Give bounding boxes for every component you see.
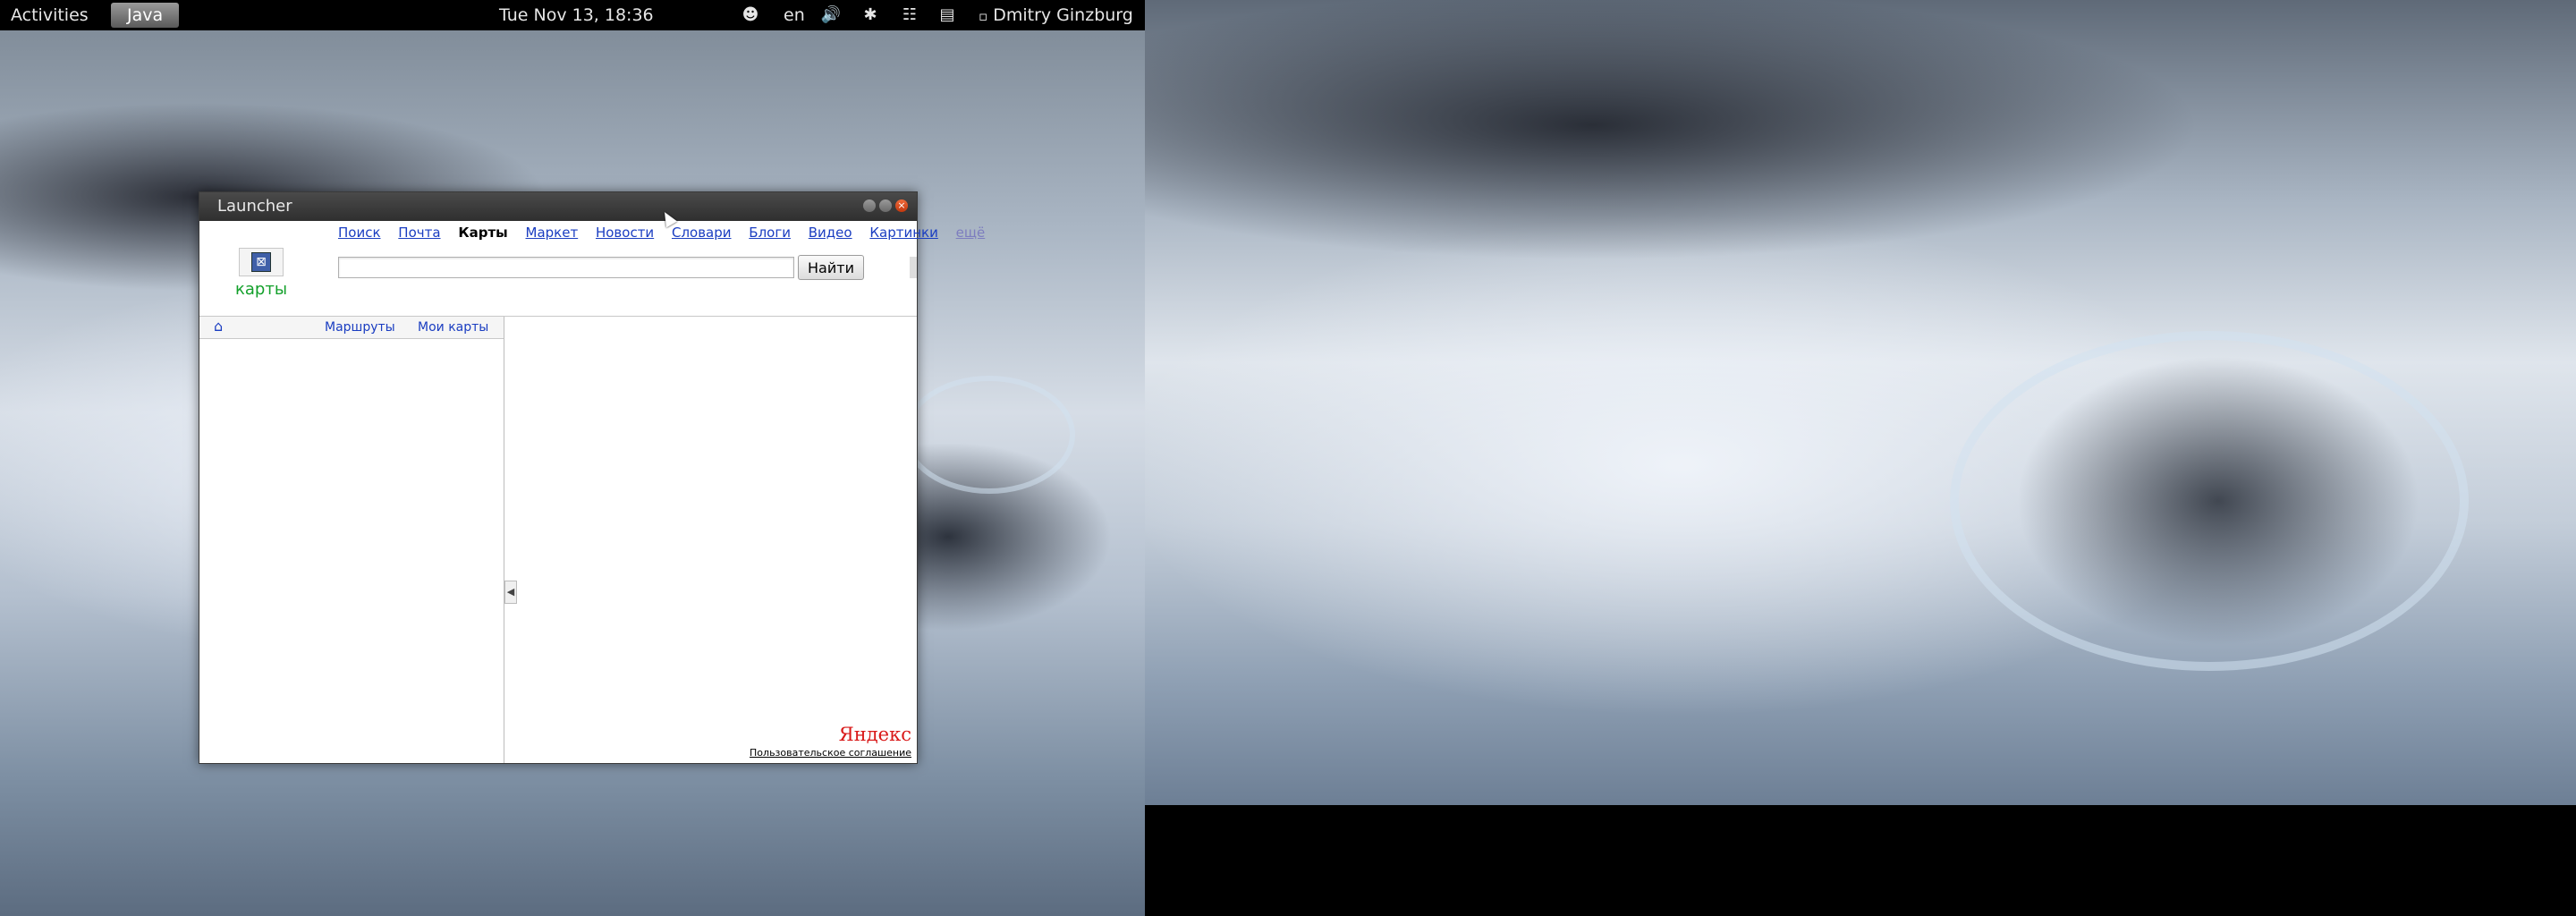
nav-link-blogs[interactable]: Блоги xyxy=(749,225,791,241)
side-panel-header: ⌂ Маршруты Мои карты xyxy=(199,317,504,339)
nav-link-more[interactable]: ещё xyxy=(956,225,986,241)
search-input[interactable] xyxy=(338,257,794,278)
yandex-services-nav: Поиск Почта Карты Маркет Новости Словари… xyxy=(338,225,998,241)
volume-icon[interactable]: 🔊 xyxy=(821,0,841,30)
language-indicator[interactable]: en xyxy=(784,0,805,30)
maps-logo-label[interactable]: карты xyxy=(235,280,287,299)
routes-link[interactable]: Маршруты xyxy=(325,320,395,335)
nav-link-news[interactable]: Новости xyxy=(596,225,654,241)
desktop-right-wallpaper xyxy=(1145,0,2576,805)
clipboard-icon[interactable]: ▤ xyxy=(937,0,957,30)
top-bar: Activities Java Tue Nov 13, 18:36 ☻ en 🔊… xyxy=(0,0,1145,30)
close-icon[interactable]: × xyxy=(895,199,908,212)
bluetooth-icon[interactable]: ✱ xyxy=(860,0,880,30)
nav-link-market[interactable]: Маркет xyxy=(526,225,579,241)
maps-logo-image[interactable]: ⊠ xyxy=(239,248,284,276)
minimize-icon[interactable] xyxy=(863,199,876,212)
launcher-window: Launcher × Поиск Почта Карты Маркет Ново… xyxy=(199,191,985,764)
yandex-brand-logo[interactable]: Яндекс xyxy=(839,724,911,745)
maximize-icon[interactable] xyxy=(879,199,892,212)
network-icon[interactable]: ☷ xyxy=(900,0,919,30)
app-menu-button[interactable]: Java xyxy=(111,3,180,28)
chat-status-icon: ▫ xyxy=(979,8,988,24)
user-menu[interactable]: ▫ Dmitry Ginzburg xyxy=(979,0,1133,31)
right-screen-unused-area xyxy=(1145,805,2576,916)
clock[interactable]: Tue Nov 13, 18:36 xyxy=(499,0,654,30)
water-splash-decoration xyxy=(1950,331,2469,671)
window-titlebar[interactable]: Launcher × xyxy=(199,192,917,221)
nav-link-maps: Карты xyxy=(458,225,508,241)
nav-link-video[interactable]: Видео xyxy=(809,225,852,241)
home-icon[interactable]: ⌂ xyxy=(214,319,223,334)
activities-button[interactable]: Activities xyxy=(11,0,89,30)
my-maps-link[interactable]: Мои карты xyxy=(418,320,488,335)
user-name: Dmitry Ginzburg xyxy=(993,5,1133,25)
window-title: Launcher xyxy=(217,197,292,216)
nav-link-images[interactable]: Картинки xyxy=(869,225,937,241)
nav-link-mail[interactable]: Почта xyxy=(398,225,440,241)
broken-image-icon: ⊠ xyxy=(251,252,271,272)
nav-link-search[interactable]: Поиск xyxy=(338,225,381,241)
side-panel: ⌂ Маршруты Мои карты xyxy=(199,317,504,763)
search-button[interactable]: Найти xyxy=(798,255,864,280)
collapse-arrow-icon[interactable]: ◀ xyxy=(504,581,517,604)
scrollbar[interactable] xyxy=(910,257,917,278)
water-splash-decoration xyxy=(903,376,1075,494)
accessibility-icon[interactable]: ☻ xyxy=(741,0,760,30)
nav-link-dictionaries[interactable]: Словари xyxy=(672,225,732,241)
user-agreement-link[interactable]: Пользовательское соглашение xyxy=(750,747,911,759)
